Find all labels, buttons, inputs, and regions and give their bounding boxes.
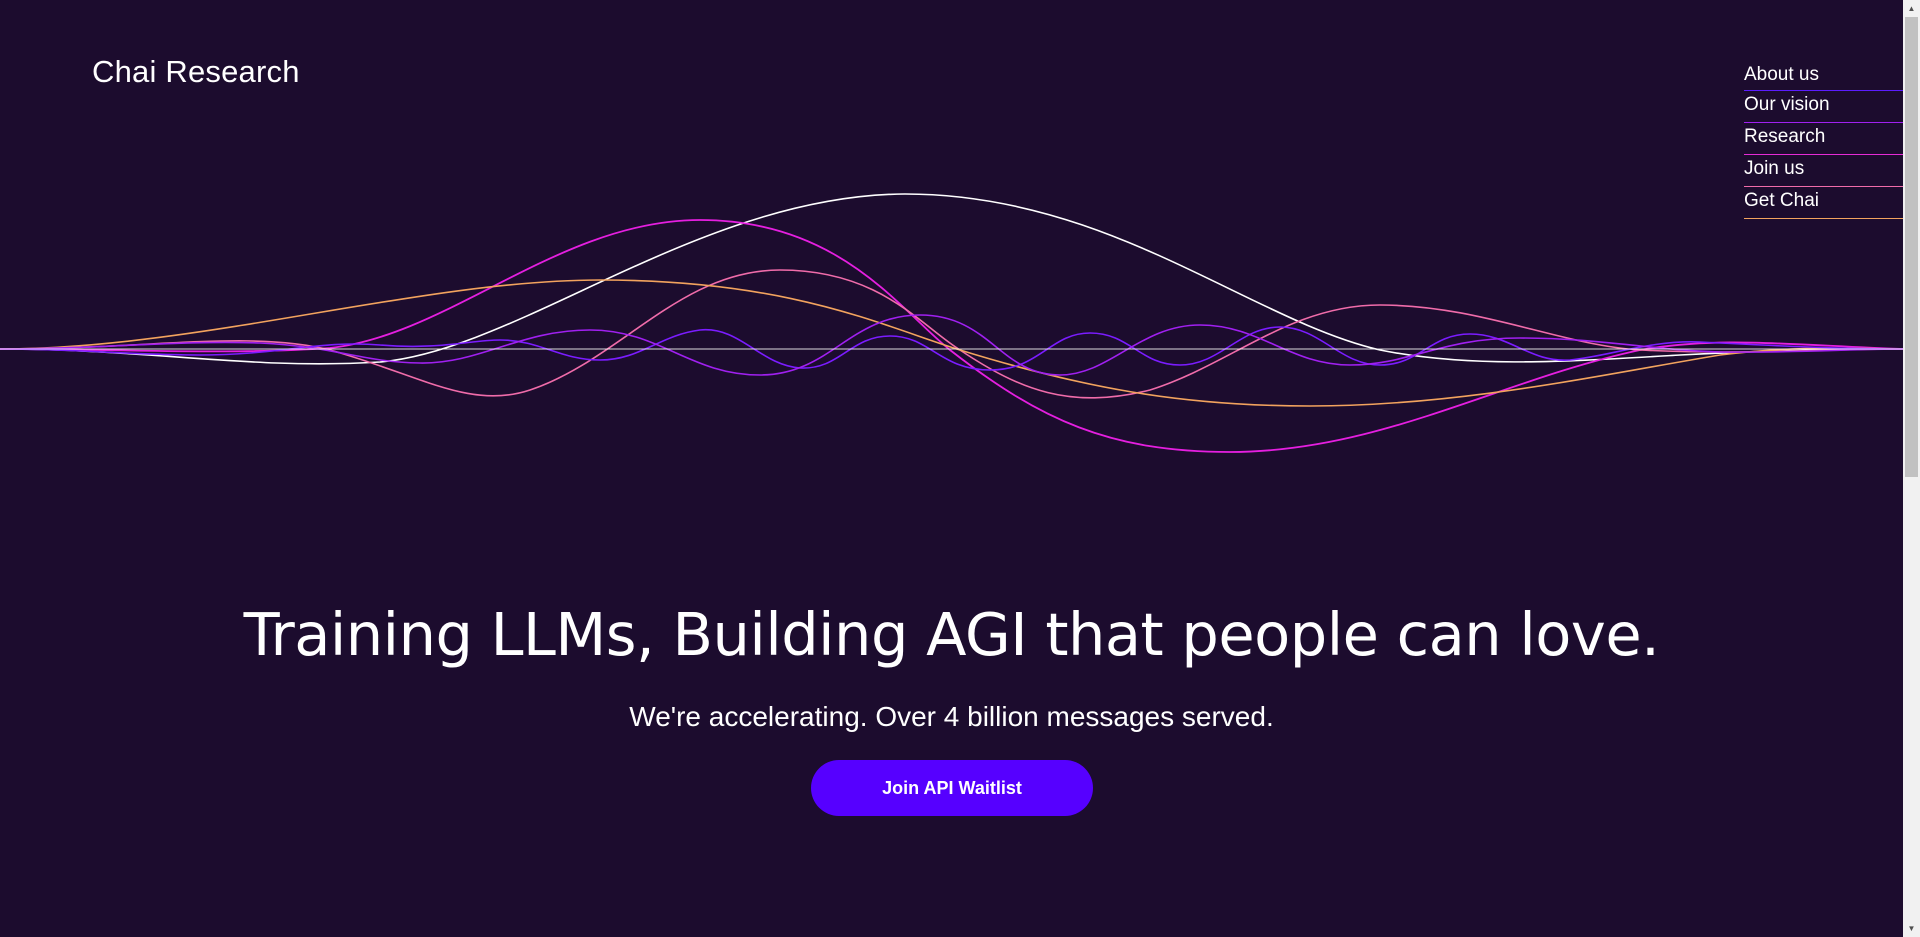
hero-headline: Training LLMs, Building AGI that people … <box>243 599 1660 669</box>
scrollbar-thumb[interactable] <box>1905 17 1918 477</box>
hero-subline: We're accelerating. Over 4 billion messa… <box>629 701 1274 732</box>
wave-white <box>0 193 1903 365</box>
nav-item-our-vision[interactable]: Our vision <box>1744 91 1903 123</box>
wave-pink <box>0 269 1903 399</box>
triangle-up-icon[interactable]: ▲ <box>1903 0 1920 17</box>
vertical-scrollbar[interactable]: ▲ ▼ <box>1903 0 1920 937</box>
page: Chai Research About us Our vision Resear… <box>0 0 1903 937</box>
join-api-waitlist-button[interactable]: Join API Waitlist <box>811 760 1093 816</box>
triangle-down-icon[interactable]: ▼ <box>1903 920 1920 937</box>
wave-illustration <box>0 193 1903 453</box>
wave-magenta <box>0 219 1903 453</box>
brand-logo-text[interactable]: Chai Research <box>92 54 300 90</box>
nav-item-about-us[interactable]: About us <box>1744 60 1903 91</box>
